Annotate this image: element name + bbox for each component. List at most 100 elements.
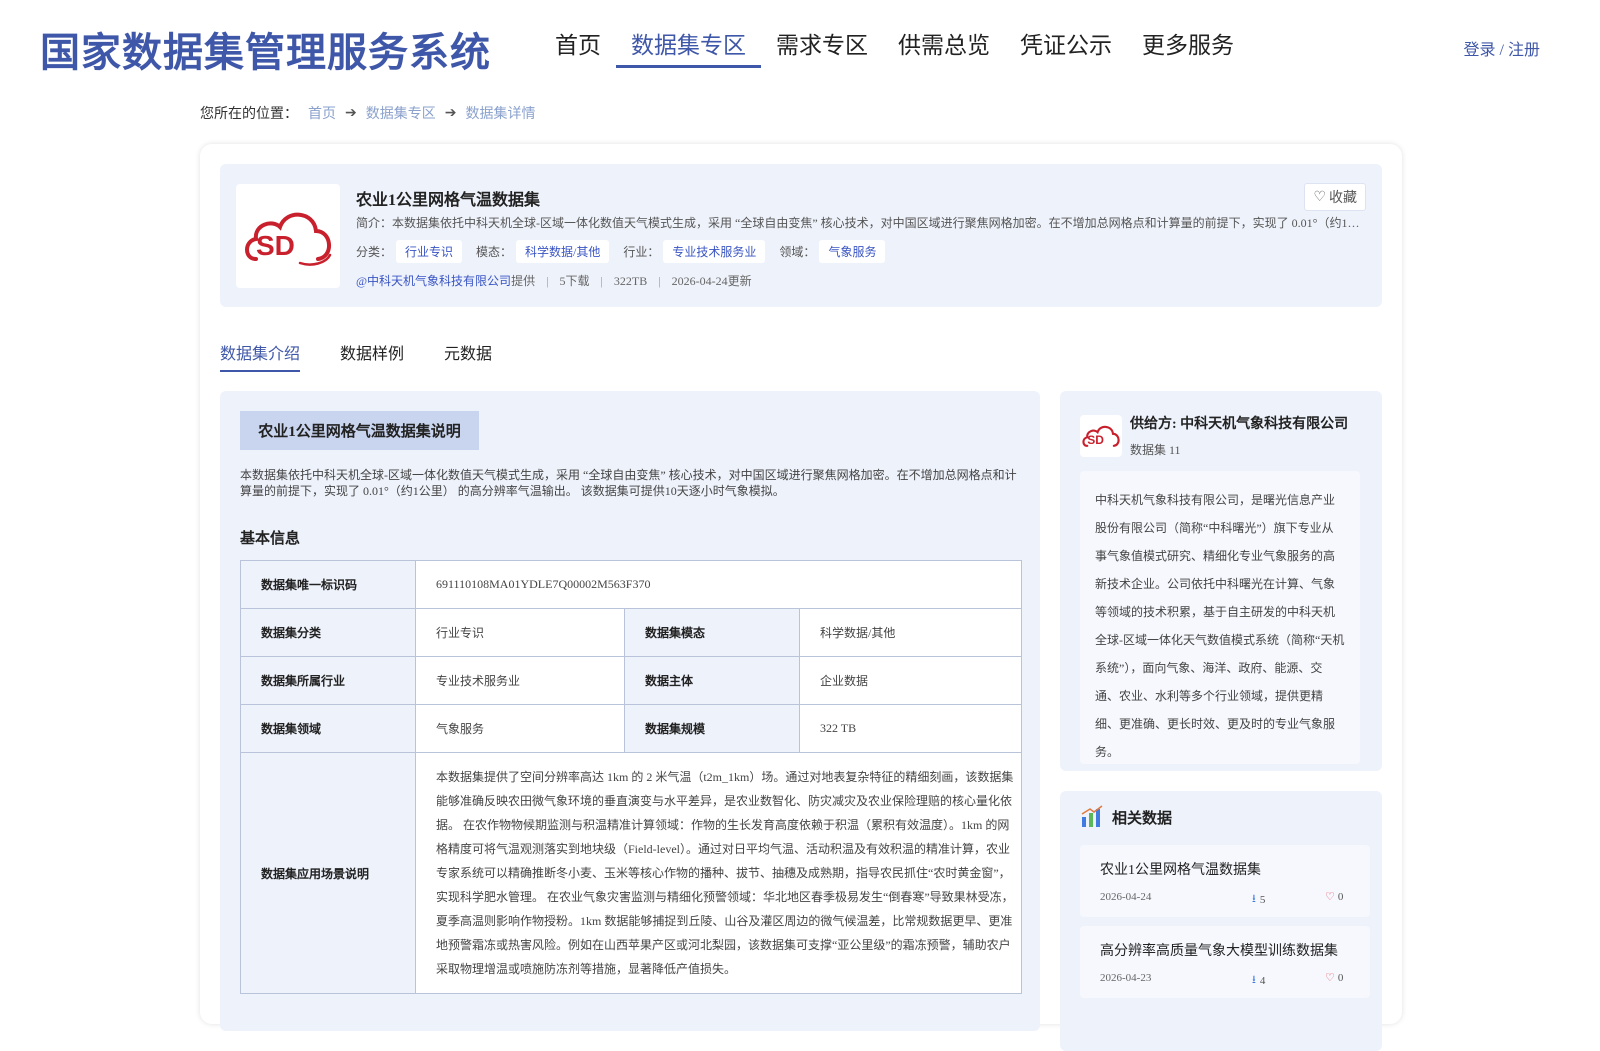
like-count: 0	[1337, 890, 1344, 903]
subject-value: 企业数据	[799, 656, 1022, 705]
heart-icon: ♡	[1313, 189, 1326, 205]
related-item-likes: ♡ 0	[1325, 971, 1344, 985]
industry-value: 专业技术服务业	[415, 656, 625, 705]
tag-category[interactable]: 行业专识	[396, 240, 463, 263]
provider-logo: SD	[236, 184, 340, 288]
favorite-button[interactable]: ♡ 收藏	[1304, 183, 1366, 211]
top-header: 国家数据集管理服务系统 首页 数据集专区 需求专区 供需总览 凭证公示 更多服务…	[0, 0, 1600, 90]
logo-text: SD	[256, 230, 295, 261]
favorite-label: 收藏	[1329, 191, 1357, 206]
dataset-tags: 分类： 行业专识 模态： 科学数据/其他 行业： 专业技术服务业 领域： 气象服…	[356, 240, 899, 263]
section-description: 本数据集依托中科天机全球-区域一体化数值天气模式生成，采用 “全球自由变焦” 核…	[240, 468, 1017, 498]
tag-label-field: 领域：	[779, 245, 816, 259]
provider-dataset-count: 数据集 11	[1130, 443, 1181, 457]
table-row: 数据集领域 气象服务 数据集规模 322 TB	[240, 704, 1022, 753]
logo-text: SD	[1087, 433, 1104, 447]
divider: |	[546, 274, 549, 288]
breadcrumb-detail: 数据集详情	[465, 107, 536, 122]
provider-description: 中科天机气象科技有限公司，是曙光信息产业股份有限公司（简称“中科曙光”）旗下专业…	[1080, 471, 1360, 764]
uid-key: 数据集唯一标识码	[240, 560, 416, 609]
tag-field[interactable]: 气象服务	[819, 240, 886, 263]
application-key: 数据集应用场景说明	[240, 752, 416, 994]
detail-tabs: 数据集介绍 数据样例 元数据	[220, 340, 532, 372]
tab-metadata[interactable]: 元数据	[444, 340, 492, 372]
related-header: 相关数据	[1080, 805, 1172, 829]
table-row: 数据集应用场景说明 本数据集提供了空间分辨率高达 1km 的 2 米气温（t2m…	[240, 752, 1022, 994]
tag-label-category: 分类：	[356, 245, 393, 259]
download-count: 4	[1259, 974, 1266, 987]
field-value: 气象服务	[415, 704, 625, 753]
tag-modality[interactable]: 科学数据/其他	[516, 240, 610, 263]
related-item-likes: ♡ 0	[1325, 890, 1344, 904]
arrow-right-icon: ➔	[444, 105, 457, 121]
related-item-downloads: ⭳ 4	[1252, 971, 1265, 990]
heart-icon: ♡	[1325, 972, 1335, 984]
application-value: 本数据集提供了空间分辨率高达 1km 的 2 米气温（t2m_1km）场。通过对…	[415, 752, 1022, 994]
login-register-link[interactable]: 登录 / 注册	[1464, 36, 1540, 60]
nav-demands[interactable]: 需求专区	[761, 28, 883, 68]
dataset-title: 农业1公里网格气温数据集	[356, 192, 541, 209]
industry-key: 数据集所属行业	[240, 656, 416, 705]
related-item[interactable]: 农业1公里网格气温数据集 2026-04-24 ⭳ 5 ♡ 0	[1080, 845, 1370, 917]
category-value: 行业专识	[415, 608, 625, 657]
cloud-logo-icon: SD	[245, 212, 332, 266]
heart-icon: ♡	[1325, 891, 1335, 903]
related-item-date: 2026-04-23	[1100, 972, 1152, 984]
scale-value: 322 TB	[799, 704, 1022, 753]
nav-overview[interactable]: 供需总览	[883, 28, 1005, 68]
nav-certificates[interactable]: 凭证公示	[1005, 28, 1127, 68]
modality-key: 数据集模态	[624, 608, 800, 657]
related-item[interactable]: 高分辨率高质量气象大模型训练数据集 2026-04-23 ⭳ 4 ♡ 0	[1080, 926, 1370, 998]
provider-suffix: 提供	[511, 274, 536, 288]
tag-industry[interactable]: 专业技术服务业	[663, 240, 766, 263]
download-count: 5	[1259, 893, 1266, 906]
cloud-logo-icon: SD	[1082, 425, 1120, 447]
provider-link[interactable]: @中科天机气象科技有限公司	[356, 274, 511, 288]
nav-datasets[interactable]: 数据集专区	[616, 28, 761, 68]
related-item-date: 2026-04-24	[1100, 891, 1152, 903]
tab-samples[interactable]: 数据样例	[340, 340, 404, 372]
download-count: 5下载	[559, 274, 590, 288]
dataset-description: 简介：本数据集依托中科天机全球-区域一体化数值天气模式生成，采用 “全球自由变焦…	[356, 216, 1366, 230]
intro-panel: 农业1公里网格气温数据集说明 本数据集依托中科天机全球-区域一体化数值天气模式生…	[220, 391, 1040, 1031]
category-key: 数据集分类	[240, 608, 416, 657]
site-title[interactable]: 国家数据集管理服务系统	[40, 20, 491, 78]
dataset-meta: @中科天机气象科技有限公司提供 | 5下载 | 322TB | 2026-04-…	[356, 272, 752, 289]
download-icon: ⭳	[1252, 893, 1256, 905]
bar-chart-icon	[1081, 805, 1103, 827]
section-title: 农业1公里网格气温数据集说明	[240, 411, 479, 450]
like-count: 0	[1337, 971, 1344, 984]
basic-info-title: 基本信息	[240, 531, 301, 547]
dataset-detail-card: SD 农业1公里网格气温数据集 ♡ 收藏 简介：本数据集依托中科天机全球-区域一…	[200, 144, 1402, 1051]
tab-introduction[interactable]: 数据集介绍	[220, 340, 301, 372]
dataset-size: 322TB	[613, 274, 648, 288]
breadcrumb-home[interactable]: 首页	[308, 103, 336, 123]
tag-label-modality: 模态：	[476, 245, 513, 259]
provider-panel: SD 供给方: 中科天机气象科技有限公司 数据集 11 中科天机气象科技有限公司…	[1060, 391, 1382, 771]
dataset-summary: SD 农业1公里网格气温数据集 ♡ 收藏 简介：本数据集依托中科天机全球-区域一…	[220, 164, 1382, 307]
field-key: 数据集领域	[240, 704, 416, 753]
table-row: 数据集分类 行业专识 数据集模态 科学数据/其他	[240, 608, 1022, 657]
divider: |	[600, 274, 603, 288]
breadcrumb-label: 您所在的位置：	[200, 107, 298, 122]
related-item-title: 农业1公里网格气温数据集	[1100, 863, 1261, 878]
main-nav: 首页 数据集专区 需求专区 供需总览 凭证公示 更多服务	[540, 28, 1249, 68]
table-row: 数据集所属行业 专业技术服务业 数据主体 企业数据	[240, 656, 1022, 705]
breadcrumb-datasets[interactable]: 数据集专区	[366, 103, 436, 123]
download-icon: ⭳	[1252, 974, 1256, 986]
uid-value: 691110108MA01YDLE7Q00002M563F370	[415, 560, 1022, 609]
provider-logo-small: SD	[1080, 415, 1122, 457]
scale-key: 数据集规模	[624, 704, 800, 753]
arrow-right-icon: ➔	[345, 105, 357, 121]
nav-more-services[interactable]: 更多服务	[1127, 28, 1249, 68]
provider-name[interactable]: 供给方: 中科天机气象科技有限公司	[1130, 413, 1348, 433]
related-item-downloads: ⭳ 5	[1252, 890, 1265, 909]
basic-info-table: 数据集唯一标识码 691110108MA01YDLE7Q00002M563F37…	[240, 560, 1022, 994]
updated-date: 2026-04-24更新	[671, 274, 752, 288]
divider: |	[658, 274, 661, 288]
related-panel: 相关数据 农业1公里网格气温数据集 2026-04-24 ⭳ 5 ♡ 0 高分辨…	[1060, 791, 1382, 1051]
subject-key: 数据主体	[624, 656, 800, 705]
nav-home[interactable]: 首页	[540, 28, 616, 68]
table-row: 数据集唯一标识码 691110108MA01YDLE7Q00002M563F37…	[240, 560, 1022, 609]
related-item-title: 高分辨率高质量气象大模型训练数据集	[1100, 944, 1338, 959]
